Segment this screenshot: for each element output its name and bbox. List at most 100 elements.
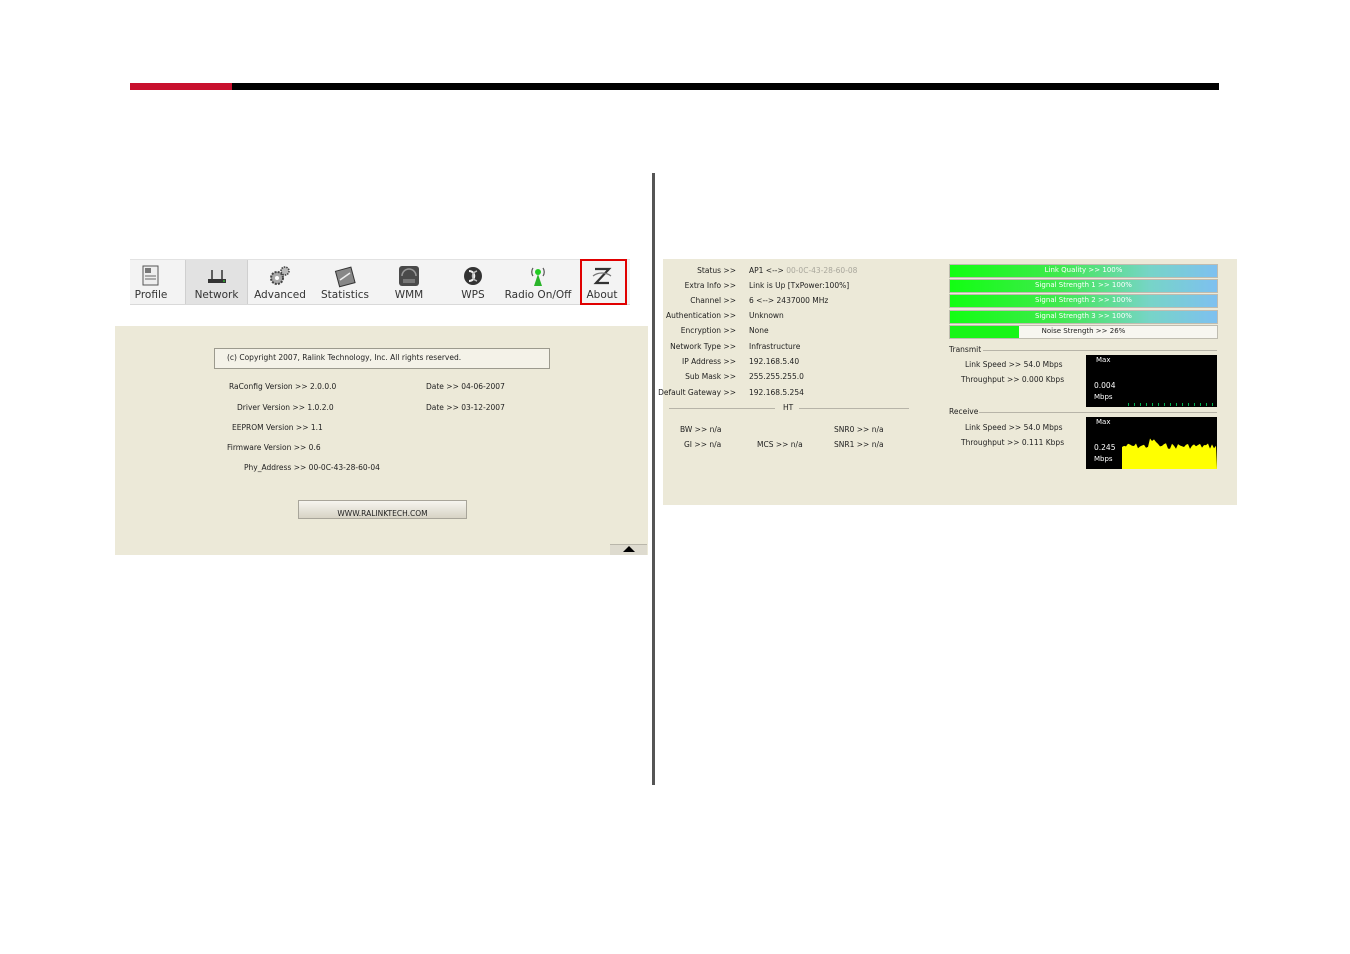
transmit-graph-tick xyxy=(1170,403,1171,406)
raconfig-version: RaConfig Version >> 2.0.0.0 xyxy=(229,382,337,391)
header-rule xyxy=(130,83,1219,90)
toolbar-wmm-button[interactable]: WMM xyxy=(388,260,430,304)
transmit-graph-tick xyxy=(1140,403,1141,406)
transmit-graph-plot xyxy=(1128,403,1213,406)
encryption-value: None xyxy=(749,326,769,335)
extra-info-label: Extra Info >> xyxy=(684,281,736,290)
about-panel: (c) Copyright 2007, Ralink Technology, I… xyxy=(115,326,648,555)
network-icon xyxy=(207,270,226,283)
raconfig-date: Date >> 04-06-2007 xyxy=(426,382,505,391)
column-divider xyxy=(652,173,655,785)
receive-link-speed: Link Speed >> 54.0 Mbps xyxy=(965,423,1063,432)
website-button[interactable]: WWW.RALINKTECH.COM xyxy=(298,500,467,519)
collapse-arrow-icon xyxy=(623,546,635,552)
status-value: AP1 <--> 00-0C-43-28-60-08 xyxy=(749,266,858,275)
transmit-separator xyxy=(983,350,1217,351)
eeprom-version: EEPROM Version >> 1.1 xyxy=(232,423,323,432)
noise-strength-bar: Noise Strength >> 26% xyxy=(949,325,1218,339)
collapse-button[interactable] xyxy=(610,544,647,555)
link-quality-bar: Link Quality >> 100% xyxy=(949,264,1218,278)
toolbar-item-label: Statistics xyxy=(321,289,369,301)
transmit-graph-tick xyxy=(1152,403,1153,406)
driver-version: Driver Version >> 1.0.2.0 xyxy=(237,403,334,412)
signal-strength-2-label: Signal Strength 2 >> 100% xyxy=(1035,296,1132,304)
transmit-graph-tick xyxy=(1212,403,1213,406)
transmit-graph-tick xyxy=(1146,403,1147,406)
transmit-link-speed: Link Speed >> 54.0 Mbps xyxy=(965,360,1063,369)
radio-antenna-icon xyxy=(531,267,545,286)
link-status-panel: Status >> AP1 <--> 00-0C-43-28-60-08 Ext… xyxy=(658,259,1237,505)
noise-strength-label: Noise Strength >> 26% xyxy=(1041,327,1126,335)
transmit-graph-tick xyxy=(1200,403,1201,406)
receive-graph-plot xyxy=(1122,438,1217,469)
transmit-graph-tick xyxy=(1164,403,1165,406)
toolbar-advanced-button[interactable]: Advanced xyxy=(253,260,307,304)
gi-value: GI >> n/a xyxy=(684,440,722,449)
authentication-label: Authentication >> xyxy=(665,311,736,320)
transmit-graph: Max 0.004 Mbps xyxy=(1086,355,1217,407)
default-gateway-label: Default Gateway >> xyxy=(658,388,736,397)
snr0-value: SNR0 >> n/a xyxy=(834,425,884,434)
receive-throughput: Throughput >> 0.111 Kbps xyxy=(961,438,1065,447)
driver-date: Date >> 03-12-2007 xyxy=(426,403,505,412)
mcs-value: MCS >> n/a xyxy=(757,440,803,449)
toolbar-radio-button[interactable]: Radio On/Off xyxy=(502,260,574,304)
receive-graph: Max 0.245 Mbps xyxy=(1086,417,1217,469)
bssid-value: 00-0C-43-28-60-08 xyxy=(786,266,858,275)
transmit-graph-tick xyxy=(1194,403,1195,406)
phy-address: Phy_Address >> 00-0C-43-28-60-04 xyxy=(244,463,380,472)
network-type-value: Infrastructure xyxy=(749,342,801,351)
status-label: Status >> xyxy=(697,266,736,275)
profile-icon xyxy=(142,265,159,286)
ip-address-value: 192.168.5.40 xyxy=(749,357,800,366)
transmit-graph-tick xyxy=(1128,403,1129,406)
ht-separator-right xyxy=(799,408,909,409)
sub-mask-label: Sub Mask >> xyxy=(685,372,736,381)
transmit-graph-tick xyxy=(1182,403,1183,406)
toolbar-item-label: Radio On/Off xyxy=(504,289,572,301)
channel-label: Channel >> xyxy=(690,296,736,305)
bw-value: BW >> n/a xyxy=(680,425,722,434)
transmit-title: Transmit xyxy=(949,345,982,354)
encryption-label: Encryption >> xyxy=(680,326,736,335)
utility-toolbar: Profile Network Advanced Statistics WMM … xyxy=(130,259,630,305)
transmit-graph-tick xyxy=(1206,403,1207,406)
copyright-text: (c) Copyright 2007, Ralink Technology, I… xyxy=(227,353,462,362)
signal-strength-3-bar: Signal Strength 3 >> 100% xyxy=(949,310,1218,324)
statistics-icon xyxy=(334,266,356,288)
extra-info-value: Link is Up [TxPower:100%] xyxy=(749,281,850,290)
link-quality-label: Link Quality >> 100% xyxy=(1044,266,1123,274)
transmit-graph-tick xyxy=(1176,403,1177,406)
toolbar-network-button[interactable]: Network xyxy=(185,260,248,304)
receive-separator xyxy=(979,412,1217,413)
toolbar-profile-button[interactable]: Profile xyxy=(130,260,172,304)
toolbar-wps-button[interactable]: WPS xyxy=(452,260,494,304)
receive-title: Receive xyxy=(949,407,979,416)
toolbar-statistics-button[interactable]: Statistics xyxy=(318,260,372,304)
network-type-label: Network Type >> xyxy=(670,342,736,351)
wmm-icon xyxy=(399,266,419,286)
snr1-value: SNR1 >> n/a xyxy=(834,440,884,449)
website-label: WWW.RALINKTECH.COM xyxy=(337,509,428,518)
receive-graph-area xyxy=(1122,438,1217,469)
signal-strength-3-label: Signal Strength 3 >> 100% xyxy=(1035,312,1132,320)
signal-strength-1-bar: Signal Strength 1 >> 100% xyxy=(949,279,1218,293)
ip-address-label: IP Address >> xyxy=(682,357,736,366)
header-rule-accent xyxy=(130,83,232,90)
toolbar-item-label: WMM xyxy=(394,289,424,301)
sub-mask-value: 255.255.255.0 xyxy=(749,372,804,381)
authentication-value: Unknown xyxy=(749,311,784,320)
toolbar-item-label: Network xyxy=(194,289,239,301)
ht-title: HT xyxy=(783,403,794,412)
copyright-box: (c) Copyright 2007, Ralink Technology, I… xyxy=(214,348,550,369)
toolbar-item-label: WPS xyxy=(461,289,485,301)
channel-value: 6 <--> 2437000 MHz xyxy=(749,296,829,305)
wps-icon xyxy=(464,267,482,285)
toolbar-item-label: Advanced xyxy=(254,289,306,301)
transmit-throughput: Throughput >> 0.000 Kbps xyxy=(961,375,1065,384)
ht-separator-left xyxy=(669,408,775,409)
signal-strength-1-label: Signal Strength 1 >> 100% xyxy=(1035,281,1132,289)
default-gateway-value: 192.168.5.254 xyxy=(749,388,804,397)
transmit-graph-tick xyxy=(1134,403,1135,406)
transmit-graph-tick xyxy=(1158,403,1159,406)
